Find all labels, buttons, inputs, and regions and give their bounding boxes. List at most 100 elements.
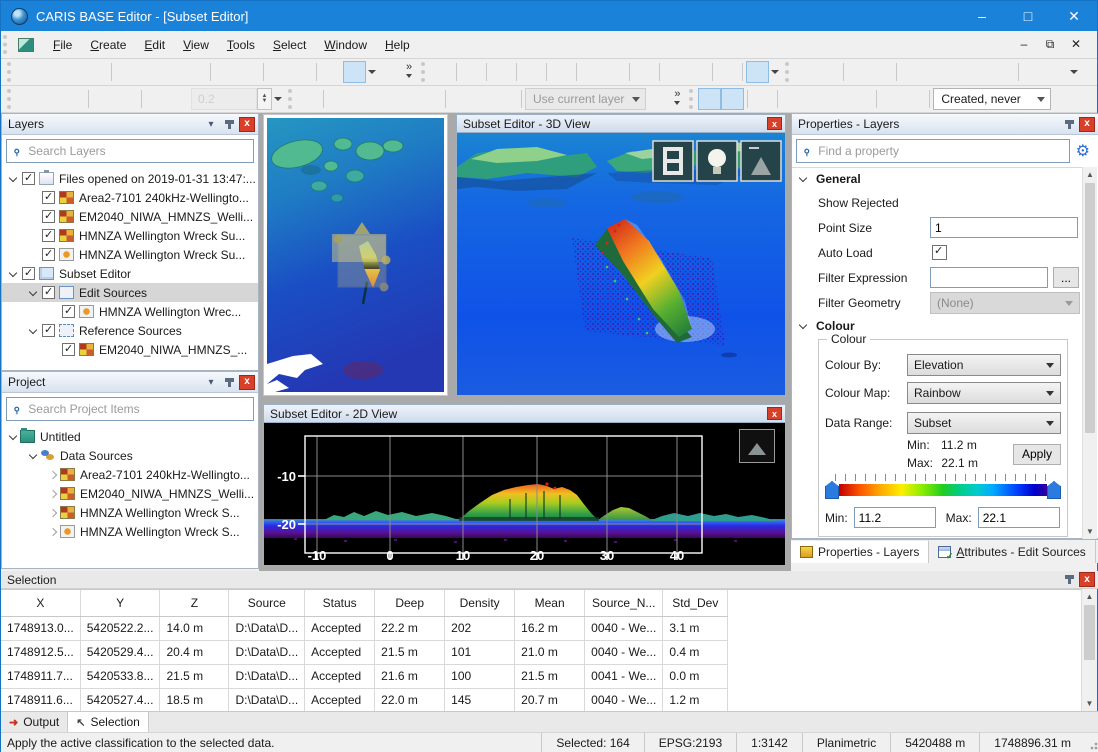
- layers-tree-item[interactable]: HMNZA Wellington Wrec...: [2, 302, 258, 321]
- close-icon[interactable]: x: [239, 117, 255, 132]
- visibility-checkbox[interactable]: [22, 267, 35, 280]
- layers-tree-item[interactable]: HMNZA Wellington Wreck Su...: [2, 245, 258, 264]
- layers-tree-item[interactable]: Area2-7101 240kHz-Wellingto...: [2, 188, 258, 207]
- view-2d-button[interactable]: [698, 88, 721, 110]
- project-tree-item[interactable]: Untitled: [2, 427, 258, 446]
- expander-icon[interactable]: [46, 525, 60, 539]
- select-cursor-icon[interactable]: [343, 61, 366, 83]
- subset-mode-icon[interactable]: [746, 61, 769, 83]
- column-header[interactable]: Density: [445, 590, 515, 616]
- column-header[interactable]: Std_Dev: [663, 590, 728, 616]
- project-item-label[interactable]: Data Sources: [60, 449, 133, 463]
- pin-icon[interactable]: [1061, 117, 1077, 132]
- measure-tool-7-icon[interactable]: [946, 61, 969, 83]
- pin-icon[interactable]: [221, 117, 237, 132]
- select-add-rectangle-icon[interactable]: [39, 88, 62, 110]
- copy-selection-icon[interactable]: [633, 61, 656, 83]
- slope-edit-icon[interactable]: [373, 88, 396, 110]
- min-input[interactable]: [854, 507, 936, 528]
- document-icon[interactable]: [18, 38, 34, 52]
- animation-button[interactable]: [653, 141, 693, 181]
- layer-label[interactable]: Edit Sources: [79, 286, 147, 300]
- expander-icon[interactable]: [46, 343, 60, 357]
- expander-icon[interactable]: [26, 248, 40, 262]
- colour-map-select[interactable]: Rainbow: [907, 382, 1061, 404]
- target-subset-icon[interactable]: [350, 88, 373, 110]
- zoom-in-icon[interactable]: [267, 61, 290, 83]
- layers-tree-item[interactable]: Reference Sources: [2, 321, 258, 340]
- examine-icon[interactable]: [850, 88, 873, 110]
- layer-label[interactable]: HMNZA Wellington Wreck Su...: [79, 229, 245, 243]
- point-size-input[interactable]: [930, 217, 1078, 238]
- unlock-select-icon[interactable]: [603, 61, 626, 83]
- visibility-checkbox[interactable]: [42, 248, 55, 261]
- measure-tool-11-icon[interactable]: [1045, 61, 1068, 83]
- column-header[interactable]: Source_N...: [585, 590, 663, 616]
- position-tool-icon[interactable]: [460, 61, 483, 83]
- project-tree-item[interactable]: Data Sources: [2, 446, 258, 465]
- tab-attributes-edit-sources[interactable]: Attributes - Edit Sources: [929, 540, 1095, 563]
- expander-icon[interactable]: [46, 468, 60, 482]
- panel-menu-icon[interactable]: ▾: [203, 375, 219, 390]
- ramp-min-handle[interactable]: [825, 481, 839, 499]
- scroll-down-icon[interactable]: ▼: [1082, 696, 1097, 711]
- column-header[interactable]: Mean: [515, 590, 585, 616]
- edit-line-icon[interactable]: [449, 88, 472, 110]
- attach-icon[interactable]: [62, 61, 85, 83]
- redo-icon[interactable]: [184, 61, 207, 83]
- google-earth-icon[interactable]: [237, 61, 260, 83]
- data-range-select[interactable]: Subset: [907, 412, 1061, 434]
- maximize-button[interactable]: □: [1005, 1, 1051, 31]
- close-button[interactable]: ✕: [1051, 1, 1097, 31]
- view-2d-canvas[interactable]: -10-20 -10010203040: [264, 423, 785, 565]
- expander-icon[interactable]: [26, 324, 40, 338]
- resize-grip[interactable]: [1085, 733, 1098, 752]
- flag-icon[interactable]: [827, 88, 850, 110]
- table-row[interactable]: 1748911.6...5420527.4...18.5 m D:\Data\D…: [1, 688, 728, 711]
- new-subset-icon[interactable]: [16, 61, 39, 83]
- mdi-close-button[interactable]: ✕: [1065, 37, 1087, 52]
- layers-tree-item[interactable]: HMNZA Wellington Wreck Su...: [2, 226, 258, 245]
- scroll-up-icon[interactable]: ▲: [1083, 167, 1097, 182]
- layer-label[interactable]: EM2040_NIWA_HMNZS_...: [99, 343, 247, 357]
- layer-label[interactable]: HMNZA Wellington Wrec...: [99, 305, 241, 319]
- table-row[interactable]: 1748913.0...5420522.2...14.0 m D:\Data\D…: [1, 616, 728, 640]
- column-header[interactable]: X: [1, 590, 80, 616]
- view-2d-titlebar[interactable]: Subset Editor - 2D View x: [264, 405, 785, 423]
- save-icon[interactable]: [115, 61, 138, 83]
- edit-line-2-icon[interactable]: [472, 88, 495, 110]
- layer-target-combo[interactable]: Use current layer: [525, 88, 646, 110]
- measure-tool-6-icon[interactable]: [923, 61, 946, 83]
- tab-selection[interactable]: ↖ Selection: [68, 712, 149, 732]
- column-header[interactable]: Status: [305, 590, 375, 616]
- auto-load-checkbox[interactable]: [932, 245, 947, 260]
- table-row[interactable]: 1748911.7...5420533.8...21.5 m D:\Data\D…: [1, 664, 728, 688]
- layer-label[interactable]: HMNZA Wellington Wreck Su...: [79, 248, 245, 262]
- column-header[interactable]: Source: [229, 590, 305, 616]
- subset-area-tool-icon[interactable]: [297, 88, 320, 110]
- deselect-icon[interactable]: [62, 88, 85, 110]
- menu-item[interactable]: File: [44, 34, 81, 56]
- view-3d-image[interactable]: [457, 133, 785, 395]
- tab-properties-layers[interactable]: Properties - Layers: [791, 540, 929, 563]
- visibility-checkbox[interactable]: [42, 229, 55, 242]
- layers-search-input[interactable]: [26, 143, 253, 159]
- close-icon[interactable]: x: [767, 117, 782, 130]
- layers-tree-item[interactable]: Files opened on 2019-01-31 13:47:...: [2, 169, 258, 188]
- table-row[interactable]: 1748912.5...5420529.4...20.4 m D:\Data\D…: [1, 640, 728, 664]
- visibility-checkbox[interactable]: [62, 343, 75, 356]
- menu-item[interactable]: Window: [315, 34, 376, 56]
- project-item-label[interactable]: HMNZA Wellington Wreck S...: [80, 525, 240, 539]
- project-item-label[interactable]: Area2-7101 240kHz-Wellingto...: [80, 468, 250, 482]
- mdi-minimize-button[interactable]: –: [1013, 37, 1035, 52]
- polygon-edit-icon[interactable]: [396, 88, 419, 110]
- colour-by-select[interactable]: Elevation: [907, 354, 1061, 376]
- select-rectangle-icon[interactable]: [16, 88, 39, 110]
- menu-item[interactable]: Edit: [135, 34, 174, 56]
- layer-label[interactable]: Subset Editor: [59, 267, 131, 281]
- lock-edits-icon[interactable]: [495, 88, 518, 110]
- expander-icon[interactable]: [46, 506, 60, 520]
- menu-item[interactable]: Select: [264, 34, 315, 56]
- layers-tree-item[interactable]: EM2040_NIWA_HMNZS_...: [2, 340, 258, 359]
- move-points-icon[interactable]: [145, 88, 168, 110]
